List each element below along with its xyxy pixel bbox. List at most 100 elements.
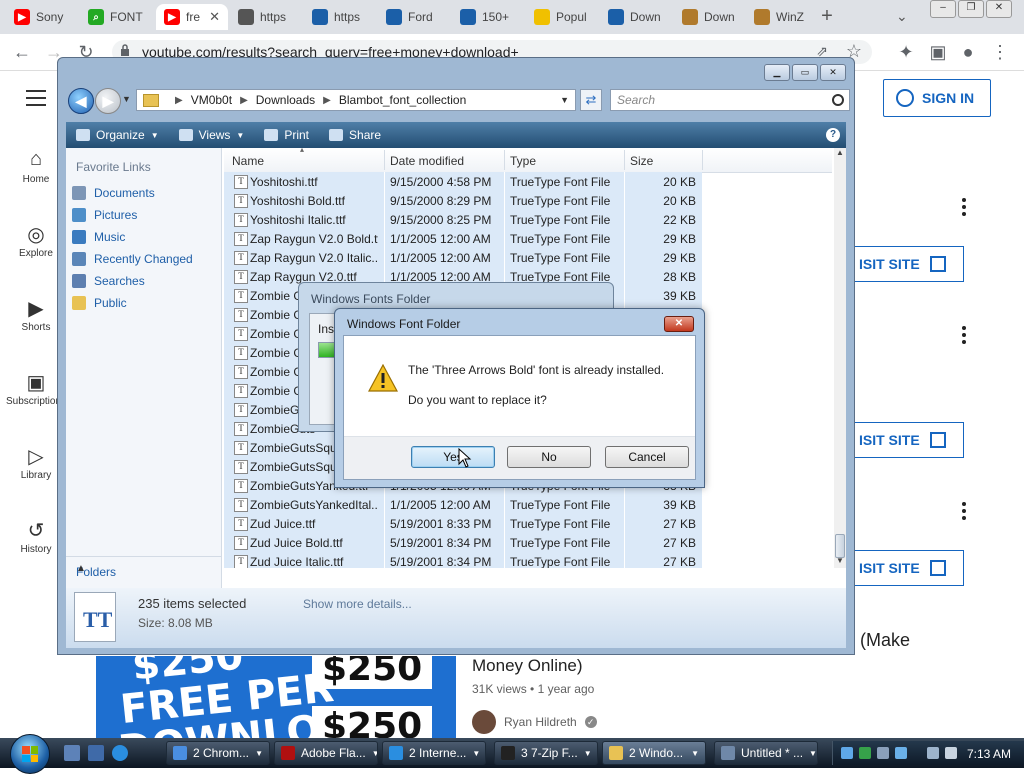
security-icon[interactable] (859, 747, 871, 759)
search-input[interactable]: Search (610, 89, 850, 111)
scroll-up-icon: ▲ (836, 148, 844, 157)
cancel-button[interactable]: Cancel (605, 446, 689, 468)
column-name[interactable]: Name (232, 154, 264, 168)
close-icon[interactable]: ✕ (820, 64, 846, 81)
file-row[interactable]: T Yoshitoshi Italic.ttf 9/15/2000 8:25 PM T… (224, 210, 702, 229)
taskbar-button[interactable]: 2 Windo... ▼ (602, 741, 706, 765)
organize-button[interactable]: Organize ▼ (66, 128, 169, 142)
favorite-link[interactable]: Searches (72, 274, 145, 288)
browser-tab[interactable]: ▶ Sony (6, 4, 78, 30)
address-dropdown-icon[interactable]: ▼ (560, 95, 569, 105)
chrome-menu-icon[interactable]: ⋮ (990, 42, 1010, 62)
channel-name[interactable]: Ryan Hildreth (504, 715, 577, 729)
file-row[interactable]: T Zud Juice Bold.ttf 5/19/2001 8:34 PM True… (224, 533, 702, 552)
browser-tab[interactable]: https (230, 4, 302, 30)
minimize-icon[interactable]: – (930, 0, 956, 18)
maximize-icon[interactable]: ▭ (792, 64, 818, 81)
file-row[interactable]: T Zap Raygun V2.0 Bold.ttf 1/1/2005 12:00 … (224, 229, 702, 248)
browser-tab[interactable]: ⌕ FONT (80, 4, 154, 30)
file-row[interactable]: T Zap Raygun V2.0 Italic.... 1/1/2005 12:0… (224, 248, 702, 267)
favorite-link[interactable]: Recently Changed (72, 252, 193, 266)
visit-site-button[interactable]: ISIT SITE (848, 422, 964, 458)
network-icon[interactable] (841, 747, 853, 759)
taskbar-button[interactable]: Untitled * ... ▼ (714, 741, 818, 765)
browser-tab[interactable]: Popul (526, 4, 598, 30)
browser-tab[interactable]: Down (674, 4, 744, 30)
network-status-icon[interactable] (927, 747, 939, 759)
taskbar-button[interactable]: Adobe Fla... ▼ (274, 741, 378, 765)
folders-toggle[interactable]: Folders ▲ (66, 556, 221, 587)
share-button[interactable]: Share (319, 128, 391, 142)
close-icon[interactable]: ✕ (986, 0, 1012, 18)
more-options-icon[interactable] (962, 326, 966, 347)
print-button[interactable]: Print (254, 128, 319, 142)
file-row[interactable]: T ZombieGutsYankedItal... 1/1/2005 12:00 A… (224, 495, 702, 514)
volume-icon[interactable] (945, 747, 957, 759)
breadcrumb-item[interactable]: Downloads (256, 93, 315, 107)
help-icon[interactable]: ? (826, 128, 840, 142)
back-button[interactable]: ◀ (68, 88, 94, 114)
sign-in-button[interactable]: SIGN IN (883, 79, 991, 117)
forward-button[interactable]: ▶ (95, 88, 121, 114)
breadcrumb-item[interactable]: Blambot_font_collection (339, 93, 466, 107)
file-size: 28 KB (663, 270, 696, 284)
video-title[interactable]: Money Online) (472, 656, 583, 676)
favorite-link[interactable]: Music (72, 230, 125, 244)
file-row[interactable]: T Yoshitoshi Bold.ttf 9/15/2000 8:29 PM Tru… (224, 191, 702, 210)
favorite-link[interactable]: Documents (72, 186, 155, 200)
column-date[interactable]: Date modified (390, 154, 464, 168)
show-desktop-icon[interactable] (64, 745, 80, 761)
file-row[interactable]: T Zud Juice Italic.ttf 5/19/2001 8:34 PM Tr… (224, 552, 702, 568)
profile-icon[interactable]: ● (958, 42, 978, 62)
recent-pages-dropdown[interactable]: ▼ (122, 94, 131, 104)
breadcrumb-item[interactable]: VM0b0t (191, 93, 232, 107)
restore-icon[interactable]: ❐ (958, 0, 984, 18)
tray-app-icon[interactable] (895, 747, 907, 759)
start-button[interactable] (10, 734, 50, 774)
browser-tab[interactable]: Ford (378, 4, 450, 30)
video-thumbnail[interactable]: $250 FREE PER DOWNLOAD $250 $250 (96, 656, 456, 740)
scroll-down-icon: ▼ (836, 556, 844, 565)
back-arrow-icon[interactable]: ← (12, 42, 32, 62)
switch-windows-icon[interactable] (88, 745, 104, 761)
new-tab-button[interactable]: + (816, 5, 838, 27)
column-size[interactable]: Size (630, 154, 653, 168)
vertical-scrollbar[interactable]: ▲ ▼ (834, 148, 846, 568)
yes-button[interactable]: Yes (411, 446, 495, 468)
close-tab-icon[interactable]: ✕ (209, 9, 220, 25)
hamburger-menu-icon[interactable] (26, 90, 46, 111)
visit-site-button[interactable]: ISIT SITE (848, 550, 964, 586)
file-row[interactable]: T Zud Juice.ttf 5/19/2001 8:33 PM TrueType … (224, 514, 702, 533)
ie-icon[interactable] (112, 745, 128, 761)
side-panel-icon[interactable]: ▣ (928, 42, 948, 62)
close-icon[interactable]: ✕ (664, 316, 694, 332)
browser-tab[interactable]: Down (600, 4, 672, 30)
taskbar-button[interactable]: 2 Interne... ▼ (382, 741, 486, 765)
minimize-icon[interactable]: ▁ (764, 64, 790, 81)
browser-tab[interactable]: ▶ fre ✕ (156, 4, 228, 30)
column-type[interactable]: Type (510, 154, 536, 168)
extensions-icon[interactable]: ✦ (896, 42, 916, 62)
channel-row[interactable]: Ryan Hildreth ✓ (472, 710, 597, 734)
views-button[interactable]: Views ▼ (169, 128, 255, 142)
taskbar-button[interactable]: 2 Chrom... ▼ (166, 741, 270, 765)
more-options-icon[interactable] (962, 502, 966, 523)
favorite-link[interactable]: Pictures (72, 208, 137, 222)
clock[interactable]: 7:13 AM (967, 747, 1011, 761)
taskbar-button[interactable]: 3 7-Zip F... ▼ (494, 741, 598, 765)
no-button[interactable]: No (507, 446, 591, 468)
search-icon (832, 94, 844, 106)
show-more-details-link[interactable]: Show more details... (303, 597, 412, 611)
visit-site-button[interactable]: ISIT SITE (848, 246, 964, 282)
browser-tab[interactable]: https (304, 4, 376, 30)
channel-avatar[interactable] (472, 710, 496, 734)
more-options-icon[interactable] (962, 198, 966, 219)
browser-tab[interactable]: WinZ (746, 4, 818, 30)
favorite-link[interactable]: Public (72, 296, 127, 310)
refresh-icon[interactable]: ⇄ (580, 89, 602, 111)
tray-app-icon[interactable] (877, 747, 889, 759)
browser-tab[interactable]: 150+ (452, 4, 524, 30)
file-row[interactable]: T Yoshitoshi.ttf 9/15/2000 4:58 PM TrueType… (224, 172, 702, 191)
breadcrumb[interactable]: ▶ VM0b0t ▶ Downloads ▶ Blambot_font_coll… (136, 89, 576, 111)
tab-search-button[interactable]: ⌄ (896, 8, 908, 25)
